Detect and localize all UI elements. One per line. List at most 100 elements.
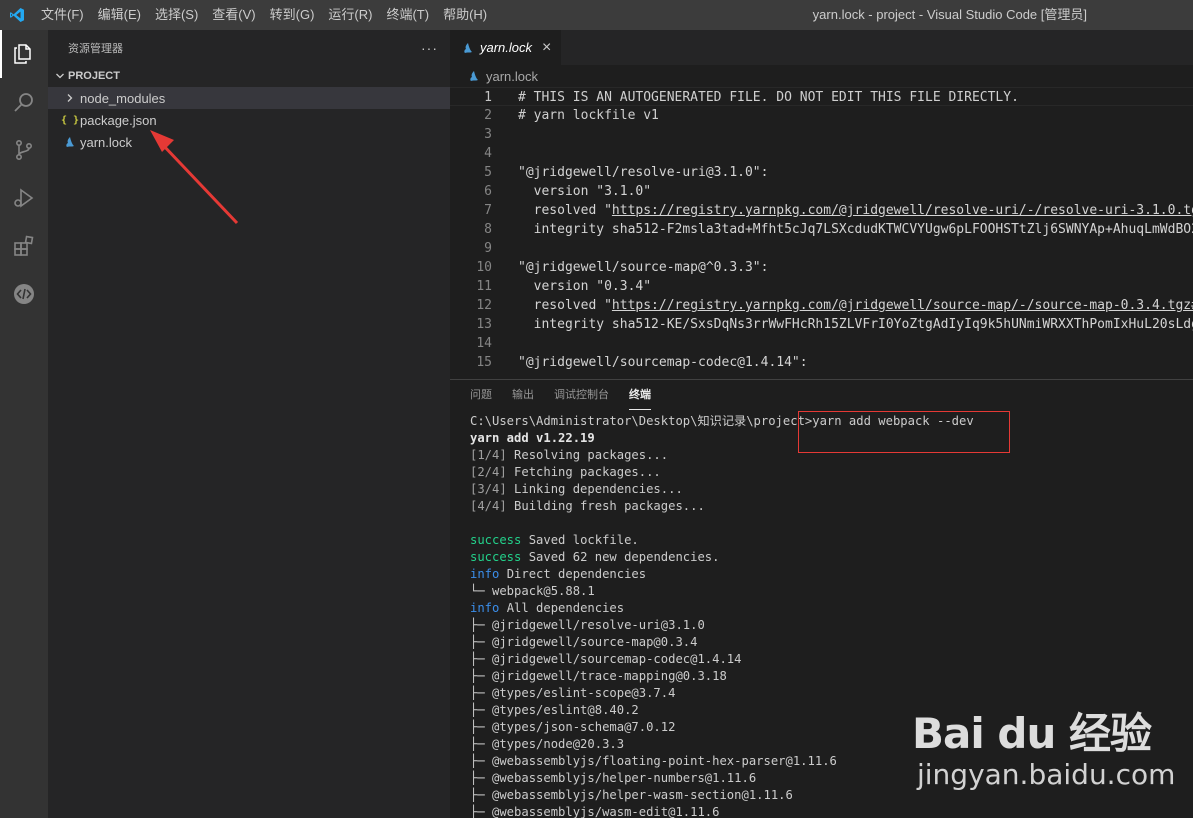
code-line: 1 # THIS IS AN AUTOGENERATED FILE. DO NOT… xyxy=(450,87,1193,106)
code-line: 5 "@jridgewell/resolve-uri@3.1.0": xyxy=(450,163,1193,182)
source-control-icon[interactable] xyxy=(0,126,48,174)
code-text: "@jridgewell/resolve-uri@3.1.0": xyxy=(518,165,769,180)
code-line: 4 xyxy=(450,144,1193,163)
terminal-line: └─ webpack@5.88.1 xyxy=(470,583,1190,600)
terminal-line-text: ├─ @jridgewell/sourcemap-codec@1.4.14 xyxy=(470,652,742,666)
line-number: 11 xyxy=(476,279,492,294)
code-line: 8 integrity sha512-F2msla3tad+Mfht5cJq7L… xyxy=(450,220,1193,239)
tab-output[interactable]: 输出 xyxy=(512,380,534,410)
code-line: 12 resolved "https://registry.yarnpkg.co… xyxy=(450,296,1193,315)
terminal-line-text: ├─ @jridgewell/trace-mapping@0.3.18 xyxy=(470,669,727,683)
watermark-url: jingyan.baidu.com xyxy=(917,758,1176,791)
window-title: yarn.lock - project - Visual Studio Code… xyxy=(812,7,1087,22)
code-text: # yarn lockfile v1 xyxy=(518,108,659,123)
terminal-line-text: Direct dependencies xyxy=(499,567,647,581)
line-number: 12 xyxy=(476,298,492,313)
resolved-link[interactable]: https://registry.yarnpkg.com/@jridgewell… xyxy=(612,298,1193,313)
menu-run[interactable]: 运行(R) xyxy=(321,0,379,30)
tab-label: yarn.lock xyxy=(480,40,533,55)
terminal-line-text: Resolving packages... xyxy=(506,448,669,462)
line-number: 15 xyxy=(476,355,492,370)
terminal-line: ├─ @jridgewell/sourcemap-codec@1.4.14 xyxy=(470,651,1190,668)
activity-bar xyxy=(0,30,48,818)
json-braces-icon: { } xyxy=(60,114,80,126)
panel-tabs: 问题 输出 调试控制台 终端 xyxy=(450,380,1193,410)
line-number: 3 xyxy=(484,127,492,142)
line-number: 10 xyxy=(476,260,492,275)
terminal-line-prefix: [1/4] xyxy=(470,448,507,462)
code-text: resolved " xyxy=(518,203,612,218)
tab-problems[interactable]: 问题 xyxy=(470,380,492,410)
terminal-line-text: Saved lockfile. xyxy=(521,533,639,547)
menu-terminal[interactable]: 终端(T) xyxy=(379,0,436,30)
code-text: "@jridgewell/sourcemap-codec@1.4.14": xyxy=(518,355,808,370)
line-number: 4 xyxy=(484,146,492,161)
extensions-icon[interactable] xyxy=(0,222,48,270)
resolved-link[interactable]: https://registry.yarnpkg.com/@jridgewell… xyxy=(612,203,1193,218)
yarn-icon xyxy=(464,42,472,53)
project-section-header[interactable]: PROJECT xyxy=(48,65,450,87)
tree-item-node-modules[interactable]: node_modules xyxy=(48,87,450,109)
tab-terminal[interactable]: 终端 xyxy=(629,380,651,410)
terminal-line-text: ├─ @types/json-schema@7.0.12 xyxy=(470,720,676,734)
terminal-line-prefix: success xyxy=(470,550,522,564)
line-number: 8 xyxy=(484,222,492,237)
more-actions-icon[interactable]: ··· xyxy=(421,40,438,56)
tab-debug-console[interactable]: 调试控制台 xyxy=(554,380,609,410)
sidebar-header: 资源管理器 ··· xyxy=(48,30,450,65)
terminal-line: info All dependencies xyxy=(470,600,1190,617)
terminal-line-text: ├─ @jridgewell/source-map@0.3.4 xyxy=(470,635,698,649)
terminal-line: ├─ @jridgewell/resolve-uri@3.1.0 xyxy=(470,617,1190,634)
explorer-icon[interactable] xyxy=(0,30,48,78)
yarn-icon xyxy=(62,131,78,153)
code-text: # THIS IS AN AUTOGENERATED FILE. DO NOT … xyxy=(518,90,1019,105)
terminal-line-text: ├─ @webassemblyjs/helper-wasm-section@1.… xyxy=(470,788,793,802)
tree-item-label: node_modules xyxy=(80,90,166,106)
terminal-line: [3/4] Linking dependencies... xyxy=(470,481,1190,498)
terminal-line-text: ├─ @webassemblyjs/floating-point-hex-par… xyxy=(470,754,837,768)
tab-yarn-lock[interactable]: yarn.lock × xyxy=(450,30,562,65)
terminal-line-text: All dependencies xyxy=(499,601,625,615)
terminal-line: success Saved 62 new dependencies. xyxy=(470,549,1190,566)
code-editor[interactable]: 1 # THIS IS AN AUTOGENERATED FILE. DO NOT… xyxy=(450,87,1193,403)
code-line: 11 version "0.3.4" xyxy=(450,277,1193,296)
terminal-line-prefix: [2/4] xyxy=(470,465,507,479)
live-share-icon[interactable] xyxy=(0,270,48,318)
sidebar-title: 资源管理器 xyxy=(68,42,123,55)
code-line: 7 resolved "https://registry.yarnpkg.com… xyxy=(450,201,1193,220)
code-line: 14 xyxy=(450,334,1193,353)
terminal-line: info Direct dependencies xyxy=(470,566,1190,583)
terminal-line-text: ├─ @jridgewell/resolve-uri@3.1.0 xyxy=(470,618,705,632)
chevron-right-icon xyxy=(62,87,78,109)
search-icon[interactable] xyxy=(0,78,48,126)
yarn-icon xyxy=(470,71,478,81)
vscode-logo-icon xyxy=(0,0,34,30)
breadcrumb: yarn.lock xyxy=(450,65,1193,87)
line-number: 5 xyxy=(484,165,492,180)
line-number: 6 xyxy=(484,184,492,199)
run-debug-icon[interactable] xyxy=(0,174,48,222)
menu-selection[interactable]: 选择(S) xyxy=(148,0,205,30)
terminal-line-text: Building fresh packages... xyxy=(506,499,705,513)
code-text: "@jridgewell/source-map@^0.3.3": xyxy=(518,260,769,275)
terminal-line: [2/4] Fetching packages... xyxy=(470,464,1190,481)
menu-file[interactable]: 文件(F) xyxy=(34,0,91,30)
menu-go[interactable]: 转到(G) xyxy=(263,0,322,30)
menu-help[interactable]: 帮助(H) xyxy=(436,0,494,30)
menu-edit[interactable]: 编辑(E) xyxy=(91,0,148,30)
close-icon[interactable]: × xyxy=(542,39,551,57)
tabs-bar: yarn.lock × xyxy=(450,30,1193,65)
terminal-line-text: ├─ @webassemblyjs/wasm-edit@1.11.6 xyxy=(470,805,720,818)
menu-view[interactable]: 查看(V) xyxy=(205,0,262,30)
line-number: 13 xyxy=(476,317,492,332)
annotation-arrow xyxy=(150,130,239,225)
chevron-down-icon xyxy=(52,65,68,87)
code-line: 6 version "3.1.0" xyxy=(450,182,1193,201)
title-bar: 文件(F) 编辑(E) 选择(S) 查看(V) 转到(G) 运行(R) 终端(T… xyxy=(0,0,1193,30)
code-line: 13 integrity sha512-KE/SxsDqNs3rrWwFHcRh… xyxy=(450,315,1193,334)
breadcrumb-file[interactable]: yarn.lock xyxy=(486,69,538,84)
annotation-highlight-box xyxy=(798,411,1010,453)
